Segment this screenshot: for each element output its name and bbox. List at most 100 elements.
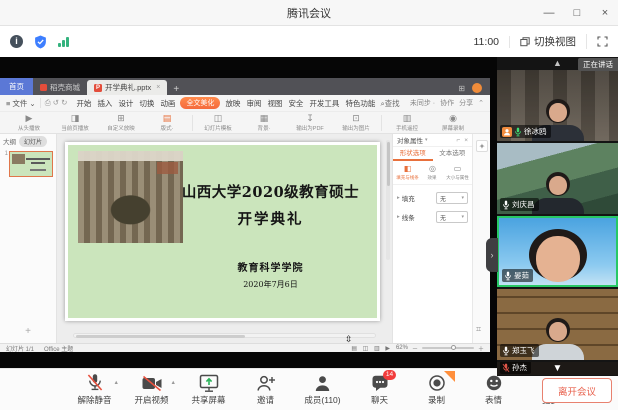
menu-tab-security[interactable]: 安全 [287, 98, 304, 109]
meeting-time: 11:00 [474, 36, 511, 48]
horizontal-scrollbar[interactable] [73, 333, 376, 338]
user-avatar[interactable] [472, 83, 482, 93]
shape-options-tab[interactable]: 形状选项 [393, 147, 433, 161]
share-screen-button[interactable]: 共享屏幕 [180, 373, 237, 406]
collaborate-button[interactable]: 协作 [440, 98, 454, 108]
zoom-in-button[interactable]: ＋ [478, 344, 484, 353]
menu-tab-slideshow[interactable]: 放映 [224, 98, 241, 109]
resource-panel-icon[interactable]: ✦ [476, 140, 488, 152]
leave-meeting-button[interactable]: 离开会议 [542, 378, 612, 403]
start-video-button[interactable]: 开启视频 ▲ [123, 373, 180, 406]
participant-name: 孙杰 [512, 362, 527, 373]
members-button[interactable]: 成员(110) [294, 373, 351, 406]
fill-label: 填充 [402, 193, 415, 203]
menu-tab-transition[interactable]: 切换 [138, 98, 155, 109]
fill-line-subtab[interactable]: ◧填充与线条 [395, 164, 420, 181]
fill-expand-icon[interactable]: ▸ [397, 195, 400, 201]
record-button[interactable]: 录制 [408, 373, 465, 406]
zoom-out-button[interactable]: － [412, 344, 418, 353]
effects-subtab[interactable]: ◎效果 [420, 164, 445, 181]
ribbon-item-4[interactable]: ◫幻灯片模板 [197, 113, 239, 132]
ribbon-item-2[interactable]: ⊞自定义放映 [100, 113, 142, 132]
video-options-caret[interactable]: ▲ [171, 380, 176, 386]
close-button[interactable]: × [598, 7, 612, 19]
sidebar-collapse-handle[interactable]: › [486, 238, 498, 272]
security-shield-icon[interactable] [34, 35, 47, 49]
vertical-scrollbar[interactable] [386, 140, 390, 260]
slide-organization[interactable]: 教育科学学院 [168, 259, 373, 274]
quick-access-icons[interactable]: ⎙ ↺ ↻ [40, 98, 72, 108]
file-menu[interactable]: ≡ 文件 ⌄ [6, 98, 36, 109]
wps-document-tab[interactable]: P 开学典礼.pptx × [87, 80, 167, 95]
ribbon-item-0[interactable]: ▶从头播放 [8, 113, 50, 132]
tab-close-icon[interactable]: × [156, 84, 160, 91]
slide-date[interactable]: 2020年7月6日 [168, 279, 373, 290]
scroll-down-button[interactable]: ▼ [553, 364, 563, 374]
chat-button[interactable]: 聊天 14 [351, 373, 408, 406]
participant-video-1[interactable]: 徐冰鸥 [497, 70, 618, 141]
line-select[interactable]: 无▾ [436, 211, 468, 223]
collapse-ribbon-icon[interactable]: ⌃ [478, 99, 484, 107]
fullscreen-icon[interactable] [597, 36, 608, 47]
participant-video-3[interactable]: 晏茹 [497, 216, 618, 287]
emoji-button[interactable]: 表情 [465, 373, 522, 406]
menu-tab-animation[interactable]: 动画 [159, 98, 176, 109]
slide-title-line1[interactable]: 山西大学2020级教育硕士 [168, 181, 373, 202]
ribbon-item-layout[interactable]: ▤版式· [146, 113, 188, 132]
ribbon-item-1[interactable]: ◨当前页播放 [54, 113, 96, 132]
meeting-info-bar: i 11:00 切换视图 [0, 26, 618, 57]
size-props-subtab[interactable]: ▭大小与属性 [445, 164, 470, 181]
wps-docer-tab[interactable]: 稻壳商城 [33, 80, 87, 95]
slide-title-line2[interactable]: 开学典礼 [168, 208, 373, 229]
mic-muted-icon [86, 373, 104, 393]
ribbon-item-9[interactable]: ◉屏幕录制 [432, 113, 474, 132]
menu-tab-start[interactable]: 开始 [75, 98, 92, 109]
zoom-slider[interactable] [422, 347, 474, 349]
mic-options-caret[interactable]: ▲ [114, 380, 119, 386]
menu-tab-features[interactable]: 特色功能 [344, 98, 376, 109]
participant-video-2[interactable]: 刘庆昌 [497, 143, 618, 214]
wps-home-tab[interactable]: 首页 [0, 78, 33, 95]
menu-tab-view[interactable]: 视图 [266, 98, 283, 109]
ribbon-item-7[interactable]: ⊡输出为图片 [335, 113, 377, 132]
slide-page[interactable]: 山西大学2020级教育硕士 开学典礼 教育科学学院 2020年7月6日 [65, 142, 380, 321]
properties-title: 对象属性 [397, 135, 423, 145]
ribbon-item-5[interactable]: ▦背景· [243, 113, 285, 132]
wps-menu-bar: ≡ 文件 ⌄ ⎙ ↺ ↻ 开始 插入 设计 切换 动画 全文美化 放映 审阅 视… [0, 95, 490, 112]
menu-tab-beautify[interactable]: 全文美化 [180, 97, 220, 109]
panel-close-icon[interactable]: × [464, 137, 468, 144]
switch-view-button[interactable]: 切换视图 [520, 34, 587, 49]
menu-tab-design[interactable]: 设计 [117, 98, 134, 109]
share-button[interactable]: 分享 [459, 98, 473, 108]
add-slide-button[interactable]: + [0, 326, 56, 337]
qr-share-icon[interactable]: ⌗ [476, 324, 481, 335]
fill-select[interactable]: 无▾ [436, 192, 468, 204]
line-expand-icon[interactable]: ▸ [397, 214, 400, 220]
unmute-button[interactable]: 解除静音 ▲ [66, 373, 123, 406]
members-icon [313, 374, 332, 392]
apps-grid-icon[interactable]: ⊞ [458, 84, 465, 93]
view-mode-buttons[interactable]: ▤ ◫ ▥ ▶ [351, 345, 392, 352]
slide-indicator: 幻灯片 1/1 [6, 344, 34, 353]
slides-tab[interactable]: 幻灯片 [19, 136, 47, 147]
mic-on-icon [504, 271, 512, 281]
wps-window: 首页 稻壳商城 P 开学典礼.pptx × + ⊞ ≡ [0, 78, 490, 352]
mic-muted-icon [502, 363, 510, 373]
ribbon-item-6[interactable]: ↧输出为PDF [289, 113, 331, 132]
invite-button[interactable]: 邀请 [237, 373, 294, 406]
find-button[interactable]: ⌕查找 [380, 98, 399, 109]
meeting-info-icon[interactable]: i [10, 35, 23, 48]
panel-pin-icon[interactable]: ⌐ [456, 137, 460, 144]
slide-thumbnail-1[interactable]: 1 [2, 151, 53, 177]
menu-tab-insert[interactable]: 插入 [96, 98, 113, 109]
outline-tab[interactable]: 大纲 [3, 136, 16, 146]
menu-tab-review[interactable]: 审阅 [245, 98, 262, 109]
text-options-tab[interactable]: 文本选项 [433, 147, 473, 161]
ribbon-item-8[interactable]: ▥手机遥控 [386, 113, 428, 132]
new-tab-button[interactable]: + [173, 84, 179, 95]
maximize-button[interactable]: □ [570, 7, 584, 19]
menu-tab-devtools[interactable]: 开发工具 [308, 98, 340, 109]
participant-video-4[interactable]: 郑玉飞 [497, 289, 618, 360]
minimize-button[interactable]: — [542, 7, 556, 19]
theme-name: Office 主题 [44, 344, 73, 353]
